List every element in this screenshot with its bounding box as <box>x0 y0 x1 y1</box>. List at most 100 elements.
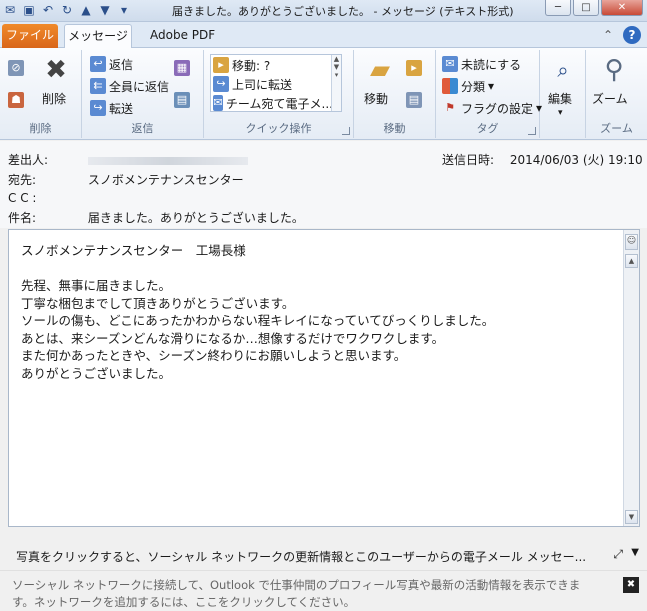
to-row: 宛先: スノボメンテナンスセンター <box>8 171 244 189</box>
rules-icon[interactable]: ▸ <box>406 60 422 76</box>
group-label-zoom: ズーム <box>600 122 633 135</box>
window-title: 届きました。ありがとうございました。 - メッセージ (テキスト形式) <box>172 5 514 18</box>
delete-icon[interactable]: ✖ <box>40 54 72 86</box>
maximize-button[interactable]: □ <box>573 0 599 16</box>
actions-icon[interactable]: ▤ <box>406 92 422 108</box>
quick-step-item[interactable]: ▸ 移動: ? <box>213 56 333 74</box>
group-label-quick-steps: クイック操作 <box>245 122 312 135</box>
save-icon[interactable]: ▣ <box>21 2 37 18</box>
group-zoom: ⚲ ズーム ズーム <box>586 50 647 138</box>
follow-up-button[interactable]: ⚑ フラグの設定 ▾ <box>442 98 542 118</box>
redo-icon[interactable]: ↻ <box>59 2 75 18</box>
previous-item-icon[interactable]: ▲ <box>78 2 94 18</box>
to-label: 宛先: <box>8 173 37 187</box>
group-label-reply: 返信 <box>131 122 154 135</box>
move-icon[interactable]: ▰ <box>364 54 396 86</box>
people-pane-bar[interactable]: 写真をクリックすると、ソーシャル ネットワークの更新情報とこのユーザーからの電子… <box>0 542 647 568</box>
from-row: 差出人: <box>8 151 248 169</box>
sent-value: 2014/06/03 (火) 19:10 <box>509 153 643 167</box>
quick-steps-launcher-icon[interactable] <box>342 127 350 135</box>
body-line: あとは、来シーズンどんな滑りになるか…想像するだけでワクワクします。 <box>21 330 445 346</box>
tab-adobe-pdf[interactable]: Adobe PDF <box>140 24 225 48</box>
ribbon-tabs: ファイル メッセージ Adobe PDF ⌃ ? <box>0 22 647 48</box>
more-respond-icon[interactable]: ▤ <box>174 92 190 108</box>
quick-step-item[interactable]: ↪ 上司に転送 <box>213 75 333 93</box>
body-line: ソールの傷も、どこにあったかわからない程キレイになっていてびっくりしました。 <box>21 313 495 328</box>
minimize-button[interactable]: ─ <box>545 0 571 16</box>
zoom-button[interactable]: ズーム <box>592 90 628 107</box>
to-value[interactable]: スノボメンテナンスセンター <box>88 173 244 187</box>
forward-button[interactable]: ↪ 転送 <box>90 98 133 118</box>
message-text: スノボメンテナンスセンター 工場長様 先程、無事に届きました。 丁寧な梱包までし… <box>21 242 611 382</box>
tags-launcher-icon[interactable] <box>528 127 536 135</box>
reply-icon: ↩ <box>90 56 106 72</box>
scroll-up-icon[interactable]: ▲ <box>625 254 638 268</box>
zoom-icon[interactable]: ⚲ <box>598 54 630 86</box>
categorize-icon <box>442 78 458 94</box>
forward-icon: ↪ <box>90 100 106 116</box>
team-email-icon: ✉ <box>213 95 223 111</box>
quick-access-toolbar: ✉ ▣ ↶ ↻ ▲ ▼ ▾ <box>2 2 132 18</box>
ribbon: ⊘ ☗ ✖ 削除 削除 ↩ 返信 ⇇ 全員に返信 ↪ 転送 ▦ ▤ 返信 ▸ 移… <box>0 48 647 140</box>
body-line: スノボメンテナンスセンター 工場長様 <box>21 243 246 258</box>
expand-icon[interactable]: ⤢ <box>613 547 623 562</box>
ignore-icon[interactable]: ⊘ <box>8 60 24 76</box>
move-button[interactable]: 移動 <box>364 90 388 107</box>
close-button[interactable]: ✕ <box>601 0 643 16</box>
from-value-redacted <box>87 156 248 165</box>
delete-button[interactable]: 削除 <box>42 90 66 107</box>
edit-button[interactable]: 編集 <box>548 90 572 107</box>
ribbon-right-controls: ⌃ ? <box>599 26 641 44</box>
junk-icon[interactable]: ☗ <box>8 92 24 108</box>
group-move: ▰ 移動 ▸ ▤ 移動 <box>354 50 436 138</box>
quick-step-item[interactable]: ✉ チーム宛て電子メ... <box>213 94 333 112</box>
group-label-tags: タグ <box>476 122 499 135</box>
collapse-ribbon-icon[interactable]: ⌃ <box>599 26 617 44</box>
mark-unread-button[interactable]: ✉ 未読にする <box>442 54 521 74</box>
tab-file[interactable]: ファイル <box>2 24 58 48</box>
tab-message[interactable]: メッセージ <box>64 24 132 48</box>
group-edit: ⌕ 編集 ▾ <box>540 50 586 138</box>
group-reply: ↩ 返信 ⇇ 全員に返信 ↪ 転送 ▦ ▤ 返信 <box>82 50 204 138</box>
window-controls: ─ □ ✕ <box>545 0 643 16</box>
contact-card-icon[interactable]: ☺ <box>625 234 638 250</box>
close-icon[interactable]: ✖ <box>623 577 639 593</box>
message-icon: ✉ <box>4 3 16 17</box>
scroll-down-icon[interactable]: ▼ <box>625 510 638 524</box>
quick-steps-scroll[interactable]: ▲ ▼ ▾ <box>331 55 341 111</box>
social-connect-text: ソーシャル ネットワークに接続して、Outlook で仕事仲間のプロフィール写真… <box>12 578 581 609</box>
group-label-delete: 削除 <box>29 122 52 135</box>
meeting-icon[interactable]: ▦ <box>174 60 190 76</box>
cc-row: C C : <box>8 191 84 209</box>
undo-icon[interactable]: ↶ <box>40 2 56 18</box>
help-icon[interactable]: ? <box>623 26 641 44</box>
move-folder-icon: ▸ <box>213 57 229 73</box>
cc-label: C C : <box>8 191 37 205</box>
flag-icon: ⚑ <box>445 101 455 114</box>
sent-label: 送信日時: <box>442 153 495 167</box>
title-bar: ✉ ▣ ↶ ↻ ▲ ▼ ▾ 届きました。ありがとうございました。 - メッセージ… <box>0 0 647 22</box>
find-icon[interactable]: ⌕ <box>547 54 579 86</box>
customize-qat-icon[interactable]: ▾ <box>116 2 132 18</box>
from-label: 差出人: <box>8 153 49 167</box>
next-item-icon[interactable]: ▼ <box>97 2 113 18</box>
group-delete: ⊘ ☗ ✖ 削除 削除 <box>0 50 82 138</box>
social-connect-panel[interactable]: ソーシャル ネットワークに接続して、Outlook で仕事仲間のプロフィール写真… <box>0 570 647 611</box>
subject-row: 件名: 届きました。ありがとうございました。 <box>8 209 304 227</box>
reply-all-button[interactable]: ⇇ 全員に返信 <box>90 76 169 96</box>
body-line: 先程、無事に届きました。 <box>21 278 172 293</box>
categorize-button[interactable]: 分類 ▾ <box>442 76 494 96</box>
body-line: 丁寧な梱包までして頂きありがとうございます。 <box>21 295 295 311</box>
group-label-move: 移動 <box>383 122 406 135</box>
body-scrollbar[interactable]: ☺ ▲ ▼ <box>623 230 639 526</box>
forward-to-manager-icon: ↪ <box>213 76 229 92</box>
body-line: また何かあったときや、シーズン終わりにお願いしようと思います。 <box>21 348 407 363</box>
group-quick-steps: ▸ 移動: ? ↪ 上司に転送 ✉ チーム宛て電子メ... ▲ ▼ ▾ クイック操作 <box>204 50 354 138</box>
subject-value: 届きました。ありがとうございました。 <box>87 211 304 225</box>
people-pane-text: 写真をクリックすると、ソーシャル ネットワークの更新情報とこのユーザーからの電子… <box>16 550 587 564</box>
chevron-down-icon[interactable]: ▼ <box>631 547 639 558</box>
subject-label: 件名: <box>8 211 37 225</box>
message-body[interactable]: スノボメンテナンスセンター 工場長様 先程、無事に届きました。 丁寧な梱包までし… <box>8 229 640 527</box>
reply-button[interactable]: ↩ 返信 <box>90 54 133 74</box>
group-tags: ✉ 未読にする 分類 ▾ ⚑ フラグの設定 ▾ タグ <box>436 50 542 138</box>
